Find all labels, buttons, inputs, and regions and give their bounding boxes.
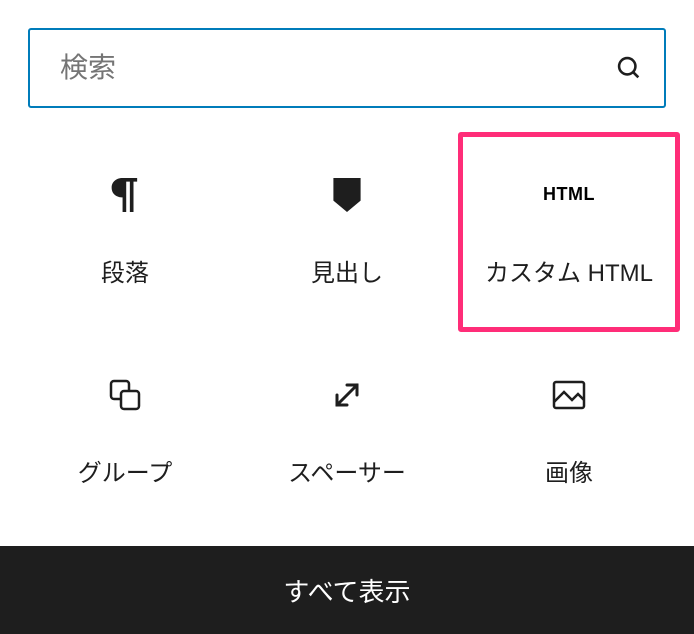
block-label: 見出し	[311, 253, 383, 288]
search-input[interactable]	[60, 52, 614, 84]
show-all-button[interactable]: すべて表示	[0, 546, 694, 634]
show-all-label: すべて表示	[283, 572, 410, 609]
block-label: カスタム HTML	[485, 253, 653, 288]
block-custom-html[interactable]: HTML カスタム HTML	[458, 132, 680, 332]
search-wrapper	[0, 0, 694, 108]
block-paragraph[interactable]: 段落	[14, 132, 236, 332]
search-box[interactable]	[28, 28, 666, 108]
block-group[interactable]: グループ	[14, 332, 236, 532]
group-icon	[108, 377, 142, 413]
block-spacer[interactable]: スペーサー	[236, 332, 458, 532]
spacer-icon	[331, 377, 363, 413]
block-grid: 段落 見出し HTML カスタム HTML グループ	[0, 108, 694, 532]
block-label: 画像	[545, 453, 593, 488]
block-image[interactable]: 画像	[458, 332, 680, 532]
block-label: 段落	[101, 253, 149, 288]
heading-icon	[333, 177, 361, 213]
block-heading[interactable]: 見出し	[236, 132, 458, 332]
search-icon[interactable]	[614, 53, 644, 83]
block-label: スペーサー	[288, 453, 406, 488]
html-icon: HTML	[543, 177, 595, 213]
block-label: グループ	[78, 453, 173, 488]
image-icon	[552, 377, 586, 413]
paragraph-icon	[110, 177, 140, 213]
